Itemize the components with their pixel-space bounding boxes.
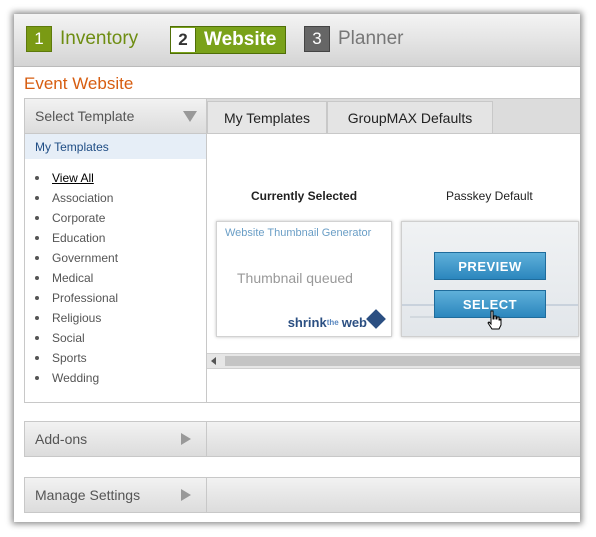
bullet-icon [35, 356, 39, 360]
category-link[interactable]: Education [52, 231, 105, 245]
addons-label: Add-ons [35, 431, 88, 447]
category-link[interactable]: Wedding [52, 371, 99, 385]
manage-settings-label: Manage Settings [35, 487, 141, 503]
thumbnail-status: Thumbnail queued [237, 270, 353, 286]
horizontal-scrollbar[interactable] [207, 353, 580, 369]
thumbnail-generator-text: Website Thumbnail Generator [225, 227, 372, 239]
step-label: Planner [338, 28, 404, 49]
list-item[interactable]: Education [35, 228, 207, 248]
page-title: Event Website [24, 74, 134, 93]
addons-section[interactable]: Add-ons [24, 421, 580, 457]
category-link[interactable]: Religious [52, 311, 101, 325]
list-item[interactable]: Association [35, 188, 207, 208]
collapse-arrow-icon[interactable] [183, 111, 197, 122]
step-inventory[interactable]: 1 Inventory [26, 26, 138, 52]
tab-my-templates[interactable]: My Templates [207, 101, 327, 134]
bullet-icon [35, 216, 39, 220]
logo-text-a: shrink [287, 315, 327, 330]
manage-settings-section[interactable]: Manage Settings [24, 477, 580, 513]
hand-cursor-icon [487, 310, 502, 330]
scroll-left-icon[interactable] [211, 357, 216, 365]
app-frame: 1 Inventory 2 Website 3 Planner Event We… [14, 14, 580, 522]
bullet-icon [35, 316, 39, 320]
bullet-icon [35, 296, 39, 300]
step-label: Website [204, 29, 277, 50]
step-website[interactable]: 2 Website [170, 26, 286, 54]
passkey-default-label: Passkey Default [446, 189, 533, 203]
tab-groupmax-defaults[interactable]: GroupMAX Defaults [327, 101, 493, 134]
default-template-thumbnail: PREVIEW SELECT [401, 221, 579, 337]
bullet-icon [35, 376, 39, 380]
step-number: 3 [304, 26, 330, 52]
step-number: 1 [26, 26, 52, 52]
list-item[interactable]: Sports [35, 348, 207, 368]
logo-text-b: the [326, 318, 339, 327]
template-gallery: My Templates GroupMAX Defaults Currently… [206, 98, 580, 403]
shrinktheweb-logo: shrink the web [287, 308, 386, 330]
expand-arrow-icon[interactable] [181, 433, 191, 445]
category-link[interactable]: Sports [52, 351, 87, 365]
list-item[interactable]: Medical [35, 268, 207, 288]
select-template-header[interactable]: Select Template [25, 99, 207, 134]
bullet-icon [35, 176, 39, 180]
bullet-icon [35, 336, 39, 340]
list-item[interactable]: Religious [35, 308, 207, 328]
tab-bar: My Templates GroupMAX Defaults [207, 99, 580, 134]
list-item[interactable]: Corporate [35, 208, 207, 228]
step-label: Inventory [60, 28, 139, 49]
category-link[interactable]: Government [52, 251, 118, 265]
list-item[interactable]: Social [35, 328, 207, 348]
currently-selected-label: Currently Selected [251, 189, 358, 203]
scrollbar-thumb[interactable] [225, 356, 580, 366]
expand-arrow-icon[interactable] [181, 489, 191, 501]
preview-button[interactable]: PREVIEW [434, 252, 546, 280]
step-number: 2 [171, 28, 196, 52]
list-item[interactable]: Professional [35, 288, 207, 308]
template-panel: Select Template My Templates View All As… [24, 98, 208, 403]
bullet-icon [35, 236, 39, 240]
list-item[interactable]: View All [35, 168, 207, 188]
my-templates-subheader: My Templates [25, 134, 207, 159]
divider [206, 422, 207, 456]
logo-text-c: web [341, 315, 367, 330]
list-item[interactable]: Government [35, 248, 207, 268]
select-template-label: Select Template [35, 108, 135, 124]
bullet-icon [35, 196, 39, 200]
step-planner[interactable]: 3 Planner [304, 26, 404, 52]
category-link[interactable]: Medical [52, 271, 93, 285]
category-link[interactable]: Corporate [52, 211, 105, 225]
category-link[interactable]: Association [52, 191, 113, 205]
category-link[interactable]: Social [52, 331, 85, 345]
category-list: View All Association Corporate Education… [25, 159, 207, 388]
bullet-icon [35, 256, 39, 260]
category-link[interactable]: View All [52, 171, 94, 185]
list-item[interactable]: Wedding [35, 368, 207, 388]
current-template-thumbnail: Website Thumbnail Generator Thumbnail qu… [216, 221, 392, 337]
divider [206, 478, 207, 512]
bullet-icon [35, 276, 39, 280]
logo-mark-icon [366, 308, 386, 329]
category-link[interactable]: Professional [52, 291, 118, 305]
step-bar: 1 Inventory 2 Website 3 Planner [14, 14, 580, 67]
